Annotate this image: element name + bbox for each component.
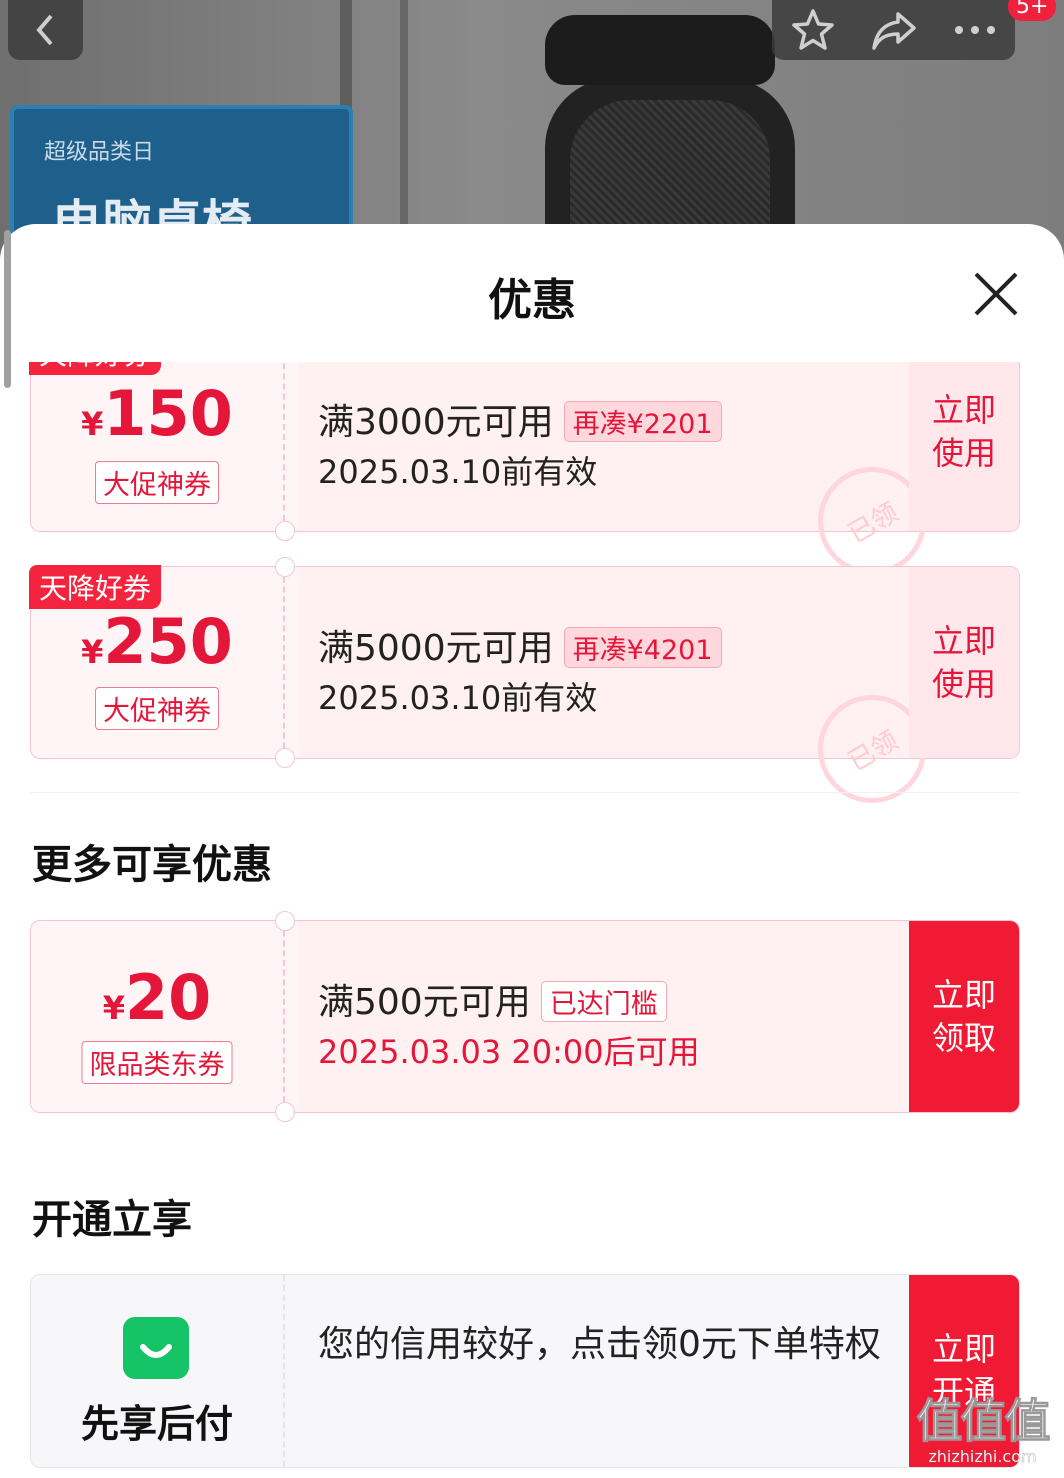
favorite-button[interactable] [772,0,853,60]
claim-now-button[interactable]: 立即 领取 [909,921,1019,1112]
pay-later-description: 您的信用较好，点击领0元下单特权 [318,1324,881,1365]
notification-badge: 5+ [1008,0,1057,21]
coupon-condition: 满3000元可用 再凑¥2201 [318,393,722,445]
close-icon [974,272,1018,316]
coupon-card: ¥150 大促神券 天降好券 满3000元可用再凑¥2201 2025.03.1… [29,362,1020,595]
smile-mark [140,1310,172,1358]
coupon-amount: ¥20 [102,961,212,1034]
close-button[interactable] [970,268,1022,320]
use-now-button[interactable]: 立即 使用 [909,567,1019,758]
watermark-url: zhizhizhi.com [928,1447,1037,1466]
coupon-tag: 天降好券 [29,362,162,375]
gap-pill: 再凑¥2201 [563,400,722,442]
coupon-amount: ¥150 [81,377,233,450]
sheet-title: 优惠 [488,275,576,326]
wall-edge-2 [400,0,408,260]
coupon-type-label: 大促神券 [95,461,219,504]
watermark-logo-text: 值值值 [916,1394,1051,1448]
coupon-card: ¥20 限品类东券 满500元可用 已达门槛 2025.03.03 20:00后可… [30,911,1020,1122]
share-button[interactable] [853,0,934,60]
card-divider [283,1275,285,1467]
coupon-validity: 2025.03.03 20:00后可用 [318,1033,700,1071]
shopping-bag-icon [123,1310,189,1379]
back-button[interactable] [8,0,83,60]
gap-pill: 再凑¥4201 [563,626,722,668]
chair-headrest-image [545,15,775,85]
coupon-notch [275,521,295,541]
scrollbar[interactable] [4,230,11,388]
coupon-divider [283,567,285,758]
more-discounts-title: 更多可享优惠 [32,842,272,888]
coupon-validity: 2025.03.10前有效 [318,453,598,491]
coupon-notch [275,911,295,931]
use-now-button[interactable]: 立即 使用 [909,362,1019,531]
share-arrow-icon [871,12,916,50]
discount-sheet: 优惠 ¥150 大促神券 天降好券 满3000元可用再凑¥2201 2025.0… [0,224,1064,1478]
coupon-validity: 2025.03.10前有效 [318,679,598,717]
coupon-amount: ¥250 [81,605,233,678]
pay-later-logo-area: 先享后付 [31,1275,283,1467]
coupon-value-area: ¥150 大促神券 [31,362,283,531]
coupon-condition: 满5000元可用 再凑¥4201 [318,619,722,671]
top-action-bar [772,0,1015,60]
coupon-notch [275,748,295,768]
open-enjoy-title: 开通立享 [32,1197,192,1243]
coupon-value-area: ¥20 限品类东券 [31,921,283,1112]
coupon-type-label: 大促神券 [95,687,219,730]
threshold-pill: 已达门槛 [540,980,667,1022]
pay-later-card: 先享后付 您的信用较好，点击领0元下单特权 立即 开通 [30,1274,1020,1468]
coupon-notch [275,1102,295,1122]
coupon-divider [283,362,285,531]
more-dots-icon [954,26,995,34]
star-icon [791,9,834,50]
promo-small-text: 超级品类日 [44,140,155,165]
card-info-area [299,1275,911,1467]
coupon-notch [275,557,295,577]
coupon-condition: 满500元可用 已达门槛 [318,973,667,1025]
site-watermark: 值值值 zhizhizhi.com [905,1395,1060,1475]
more-button[interactable] [934,0,1015,60]
coupon-card: ¥250 大促神券 天降好券 满5000元可用 再凑¥4201 2025.03.1… [29,557,1020,823]
section-divider [30,792,1020,793]
coupon-type-label: 限品类东券 [81,1041,233,1084]
pay-later-label: 先享后付 [80,1402,233,1446]
coupon-tag: 天降好券 [29,565,162,609]
coupon-list[interactable]: ¥150 大促神券 天降好券 满3000元可用再凑¥2201 2025.03.1… [0,362,1064,1478]
coupon-divider [283,921,285,1112]
chevron-left-icon [35,14,53,46]
